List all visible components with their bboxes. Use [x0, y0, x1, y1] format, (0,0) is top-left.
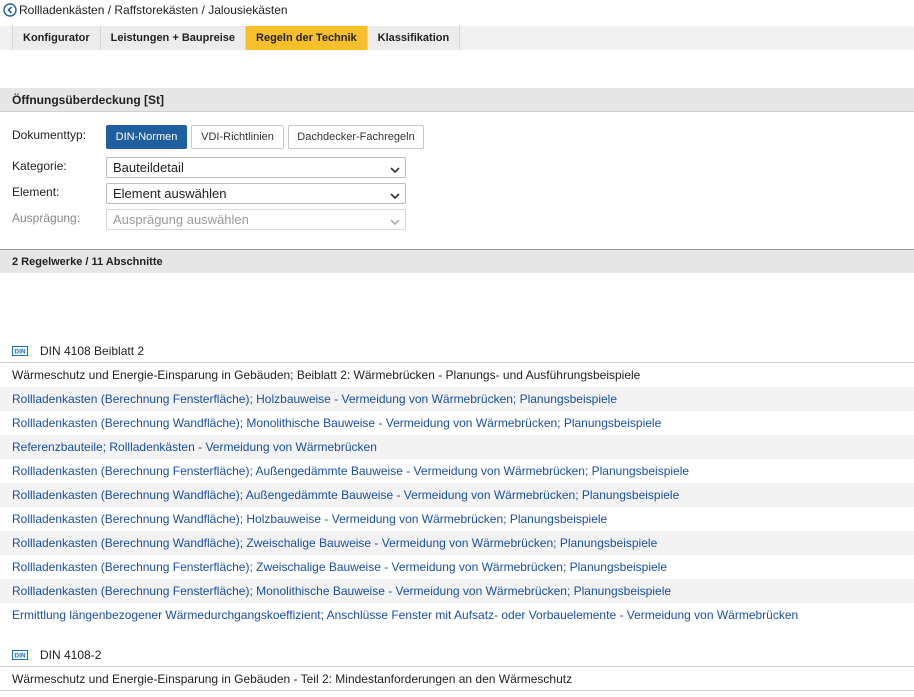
section-link[interactable]: Rollladenkasten (Berechnung Wandfläche);…	[0, 507, 914, 531]
tab-bar: Konfigurator Leistungen + Baupreise Rege…	[0, 26, 914, 50]
svg-text:DIN: DIN	[14, 652, 26, 659]
tab-konfigurator[interactable]: Konfigurator	[12, 26, 101, 50]
chevron-down-icon	[389, 188, 401, 200]
section-link[interactable]: Rollladenkasten (Berechnung Fensterfläch…	[0, 555, 914, 579]
section-link[interactable]: Rollladenkasten (Berechnung Fensterfläch…	[0, 387, 914, 411]
standard-title[interactable]: DIN 4108-2	[40, 648, 101, 662]
section-link[interactable]: Rollladenkasten (Berechnung Wandfläche);…	[0, 483, 914, 507]
tab-klassifikation[interactable]: Klassifikation	[367, 26, 461, 50]
section-link[interactable]: Referenzbauteile; Rollladenkästen - Verm…	[0, 435, 914, 459]
breadcrumb: Rollladenkästen / Raffstorekästen / Jalo…	[3, 2, 288, 18]
auspraegung-label: Ausprägung:	[12, 211, 81, 225]
results-summary: 2 Regelwerke / 11 Abschnitte	[0, 249, 914, 273]
breadcrumb-text[interactable]: Rollladenkästen / Raffstorekästen / Jalo…	[19, 3, 288, 17]
standard-header: DIN DIN 4108-2	[0, 643, 914, 667]
svg-text:DIN: DIN	[14, 348, 26, 355]
standard-header: DIN DIN 4108 Beiblatt 2	[0, 339, 914, 363]
standard-title[interactable]: DIN 4108 Beiblatt 2	[40, 344, 144, 358]
vdi-richtlinien-button[interactable]: VDI-Richtlinien	[191, 125, 284, 149]
element-label: Element:	[12, 185, 60, 199]
back-arrow-icon[interactable]	[3, 3, 17, 17]
tab-regeln-der-technik[interactable]: Regeln der Technik	[246, 26, 368, 50]
din-normen-button[interactable]: DIN-Normen	[106, 125, 187, 149]
chevron-down-icon	[389, 214, 401, 226]
tab-bar-spacer	[0, 26, 12, 50]
kategorie-select[interactable]: Bauteildetail	[106, 157, 406, 178]
section-link[interactable]: Ermittlung längenbezogener Wärmedurchgan…	[0, 603, 914, 627]
element-select[interactable]: Element auswählen	[106, 183, 406, 204]
doctype-label: Dokumenttyp:	[12, 128, 87, 142]
din-logo-icon: DIN	[12, 345, 28, 356]
auspraegung-select[interactable]: Ausprägung auswählen	[106, 209, 406, 230]
chevron-down-icon	[389, 162, 401, 174]
kategorie-select-value: Bauteildetail	[113, 160, 184, 175]
section-title-oeffnungsueberdeckung: Öffnungsüberdeckung [St]	[0, 88, 914, 112]
standard-description: Wärmeschutz und Energie-Einsparung in Ge…	[12, 368, 641, 382]
standard-description: Wärmeschutz und Energie-Einsparung in Ge…	[0, 667, 914, 691]
section-link[interactable]: Rollladenkasten (Berechnung Fensterfläch…	[0, 579, 914, 603]
element-select-value: Element auswählen	[113, 186, 227, 201]
din-logo-icon: DIN	[12, 649, 28, 660]
auspraegung-select-value: Ausprägung auswählen	[113, 212, 249, 227]
tab-leistungen-baupreise[interactable]: Leistungen + Baupreise	[100, 26, 247, 50]
section-link[interactable]: Rollladenkasten (Berechnung Fensterfläch…	[0, 459, 914, 483]
dachdecker-fachregeln-button[interactable]: Dachdecker-Fachregeln	[288, 125, 424, 149]
section-link[interactable]: Rollladenkasten (Berechnung Wandfläche);…	[0, 531, 914, 555]
section-link[interactable]: Rollladenkasten (Berechnung Wandfläche);…	[0, 411, 914, 435]
kategorie-label: Kategorie:	[12, 159, 67, 173]
